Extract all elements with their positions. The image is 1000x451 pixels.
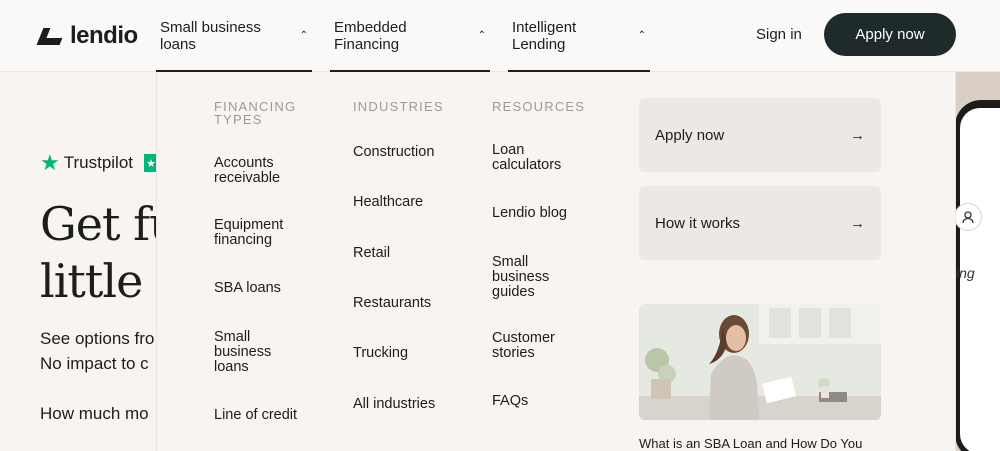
- how-it-works-card[interactable]: How it works →: [639, 186, 881, 260]
- menu-item-restaurants[interactable]: Restaurants: [353, 296, 431, 311]
- arrow-right-icon: →: [850, 214, 865, 232]
- industries-heading: INDUSTRIES: [353, 99, 444, 114]
- menu-item-customer-stories[interactable]: Customer stories: [492, 331, 572, 361]
- menu-item-line-of-credit[interactable]: Line of credit: [214, 408, 324, 423]
- menu-item-construction[interactable]: Construction: [353, 145, 434, 160]
- phone-screen-text: ing: [956, 265, 975, 281]
- menu-item-loan-calculators[interactable]: Loan calculators: [492, 143, 572, 173]
- chevron-up-icon: ⌃: [637, 29, 646, 41]
- arrow-right-icon: →: [850, 126, 865, 144]
- user-icon: [954, 203, 982, 231]
- card-label: Apply now: [655, 126, 725, 144]
- lendio-logo-mark-icon: [36, 25, 64, 47]
- apply-now-card[interactable]: Apply now →: [639, 98, 881, 172]
- menu-item-equipment-financing[interactable]: Equipment financing: [214, 218, 304, 248]
- chevron-up-icon: ⌃: [477, 29, 486, 41]
- apply-now-button[interactable]: Apply now: [824, 13, 956, 56]
- menu-item-all-industries[interactable]: All industries: [353, 397, 435, 412]
- article-image[interactable]: [639, 304, 881, 420]
- menu-item-small-business-guides[interactable]: Small business guides: [492, 255, 562, 300]
- menu-item-accounts-receivable[interactable]: Accounts receivable: [214, 156, 304, 186]
- menu-item-lendio-blog[interactable]: Lendio blog: [492, 206, 567, 221]
- resources-heading: RESOURCES: [492, 99, 586, 114]
- site-header: lendio Small business loans ⌃ Embedded F…: [0, 0, 1000, 72]
- article-caption-link[interactable]: What is an SBA Loan and How Do You: [639, 436, 862, 451]
- hero-subtitle: See options fro No impact to c: [40, 326, 154, 376]
- menu-item-small-business-loans[interactable]: Small business loans: [214, 330, 284, 375]
- chevron-up-icon: ⌃: [299, 29, 308, 41]
- nav-label: Embedded Financing: [334, 19, 407, 53]
- nav-small-business-loans[interactable]: Small business loans ⌃: [156, 0, 312, 72]
- trustpilot-label: Trustpilot: [63, 153, 134, 172]
- menu-item-retail[interactable]: Retail: [353, 246, 390, 261]
- hero-subtitle-line: See options fro: [40, 329, 155, 348]
- logo-text: lendio: [70, 22, 138, 49]
- menu-item-trucking[interactable]: Trucking: [353, 346, 408, 361]
- lendio-logo[interactable]: lendio: [36, 22, 138, 50]
- financing-types-heading: FINANCING TYPES: [214, 99, 297, 127]
- trustpilot-star-icon: ★: [40, 150, 60, 175]
- menu-item-healthcare[interactable]: Healthcare: [353, 195, 423, 210]
- main-nav: Small business loans ⌃ Embedded Financin…: [156, 0, 668, 72]
- trustpilot-badge[interactable]: ★ Trustpilot: [40, 152, 133, 174]
- mega-menu-dropdown: FINANCING TYPES Accounts receivable Equi…: [156, 72, 956, 451]
- menu-item-sba-loans[interactable]: SBA loans: [214, 281, 304, 296]
- menu-item-faqs[interactable]: FAQs: [492, 394, 528, 409]
- hero-subtitle-line: No impact to c: [40, 354, 149, 373]
- sign-in-link[interactable]: Sign in: [756, 26, 802, 43]
- hero-question: How much mo: [40, 404, 149, 423]
- nav-label: Intelligent Lending: [512, 19, 577, 53]
- nav-label: Small business loans: [160, 19, 261, 53]
- card-label: How it works: [655, 214, 741, 232]
- nav-intelligent-lending[interactable]: Intelligent Lending ⌃: [508, 0, 650, 72]
- nav-embedded-financing[interactable]: Embedded Financing ⌃: [330, 0, 490, 72]
